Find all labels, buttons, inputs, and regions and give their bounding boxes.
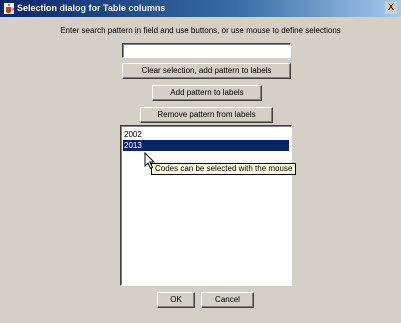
labels-list[interactable]: 2002 2013 bbox=[120, 125, 292, 286]
title-bar[interactable]: Selection dialog for Table columns X bbox=[0, 0, 401, 17]
mouse-pointer-icon bbox=[144, 152, 156, 170]
remove-pattern-button[interactable]: Remove pattern from labels bbox=[140, 107, 273, 123]
cancel-button[interactable]: Cancel bbox=[201, 292, 254, 308]
tooltip: Codes can be selected with the mouse bbox=[151, 163, 297, 175]
window-title: Selection dialog for Table columns bbox=[17, 3, 166, 13]
add-pattern-button[interactable]: Add pattern to labels bbox=[152, 85, 262, 101]
list-item-selected[interactable]: 2013 bbox=[123, 140, 289, 151]
list-item[interactable]: 2002 bbox=[123, 129, 289, 140]
ok-button[interactable]: OK bbox=[157, 292, 195, 308]
java-cup-icon bbox=[4, 3, 14, 14]
selection-dialog: Selection dialog for Table columns X Ent… bbox=[0, 0, 401, 323]
close-icon[interactable]: X bbox=[385, 2, 397, 14]
search-pattern-input[interactable] bbox=[122, 43, 291, 58]
instruction-text: Enter search pattern in field and use bu… bbox=[60, 26, 341, 35]
clear-selection-add-pattern-button[interactable]: Clear selection, add pattern to labels bbox=[122, 63, 291, 79]
